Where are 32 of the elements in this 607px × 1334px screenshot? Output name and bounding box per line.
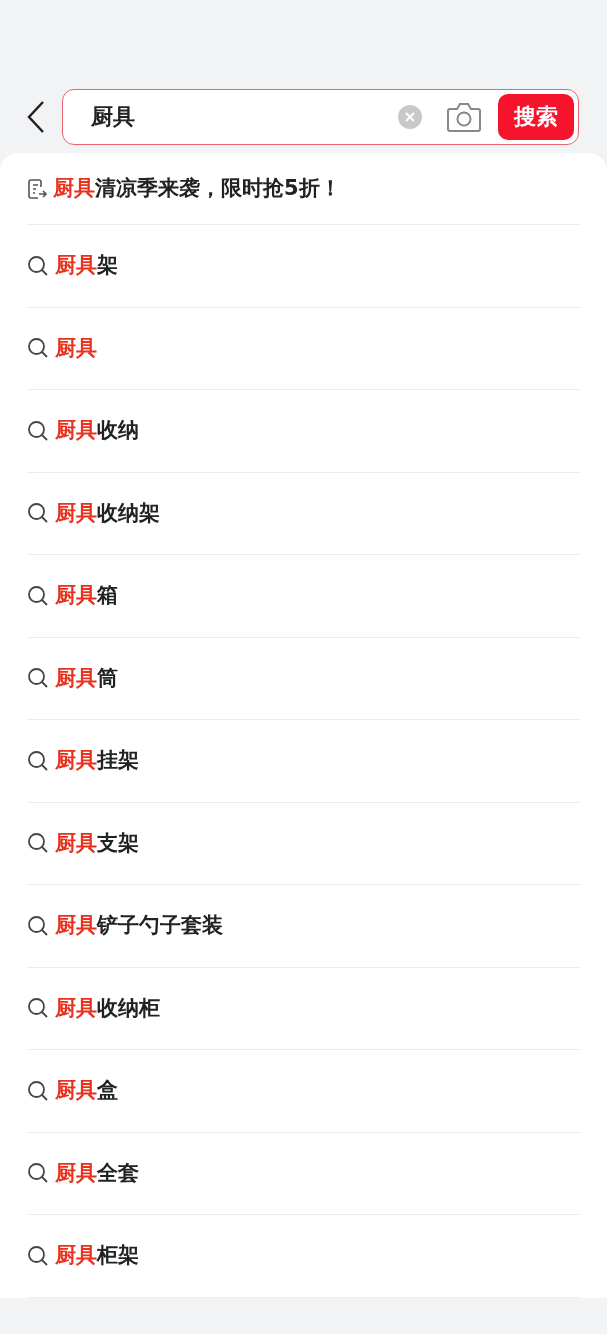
search-icon bbox=[27, 419, 49, 442]
search-icon bbox=[27, 254, 49, 277]
search-icon bbox=[27, 1079, 49, 1102]
camera-icon[interactable] bbox=[446, 100, 482, 133]
search-icon bbox=[27, 832, 49, 855]
suggestion-item[interactable]: 厨具挂架 bbox=[55, 745, 139, 777]
suggestion-item[interactable]: 厨具箱 bbox=[55, 580, 118, 612]
suggestion-item[interactable]: 厨具支架 bbox=[55, 827, 139, 859]
suggestion-item[interactable]: 厨具铲子勺子套装 bbox=[55, 910, 223, 942]
search-button[interactable]: 搜索 bbox=[498, 93, 574, 140]
search-icon bbox=[27, 667, 49, 690]
search-field[interactable]: 厨具 搜索 bbox=[62, 88, 579, 145]
search-icon bbox=[27, 749, 49, 772]
suggestion-item[interactable]: 厨具 bbox=[55, 332, 97, 364]
search-icon bbox=[27, 997, 49, 1020]
search-icon bbox=[27, 502, 49, 525]
search-icon bbox=[27, 914, 49, 937]
suggestion-item[interactable]: 厨具筒 bbox=[55, 662, 118, 694]
search-icon bbox=[27, 584, 49, 607]
promo-link[interactable]: 厨具清凉季来袭，限时抢5折！ bbox=[53, 172, 341, 205]
suggestion-item[interactable]: 厨具全套 bbox=[55, 1157, 139, 1189]
suggestion-item[interactable]: 厨具架 bbox=[55, 250, 118, 282]
suggestion-item[interactable]: 厨具收纳柜 bbox=[55, 992, 160, 1024]
suggestion-item[interactable]: 厨具盒 bbox=[55, 1075, 118, 1107]
suggestion-item[interactable]: 厨具柜架 bbox=[55, 1240, 139, 1272]
search-icon bbox=[27, 337, 49, 360]
search-icon bbox=[27, 1162, 49, 1185]
suggestion-item[interactable]: 厨具收纳 bbox=[55, 415, 139, 447]
suggestion-item[interactable]: 厨具收纳架 bbox=[55, 497, 160, 529]
document-icon bbox=[27, 177, 47, 200]
back-icon[interactable] bbox=[26, 99, 46, 134]
search-icon bbox=[27, 1244, 49, 1267]
